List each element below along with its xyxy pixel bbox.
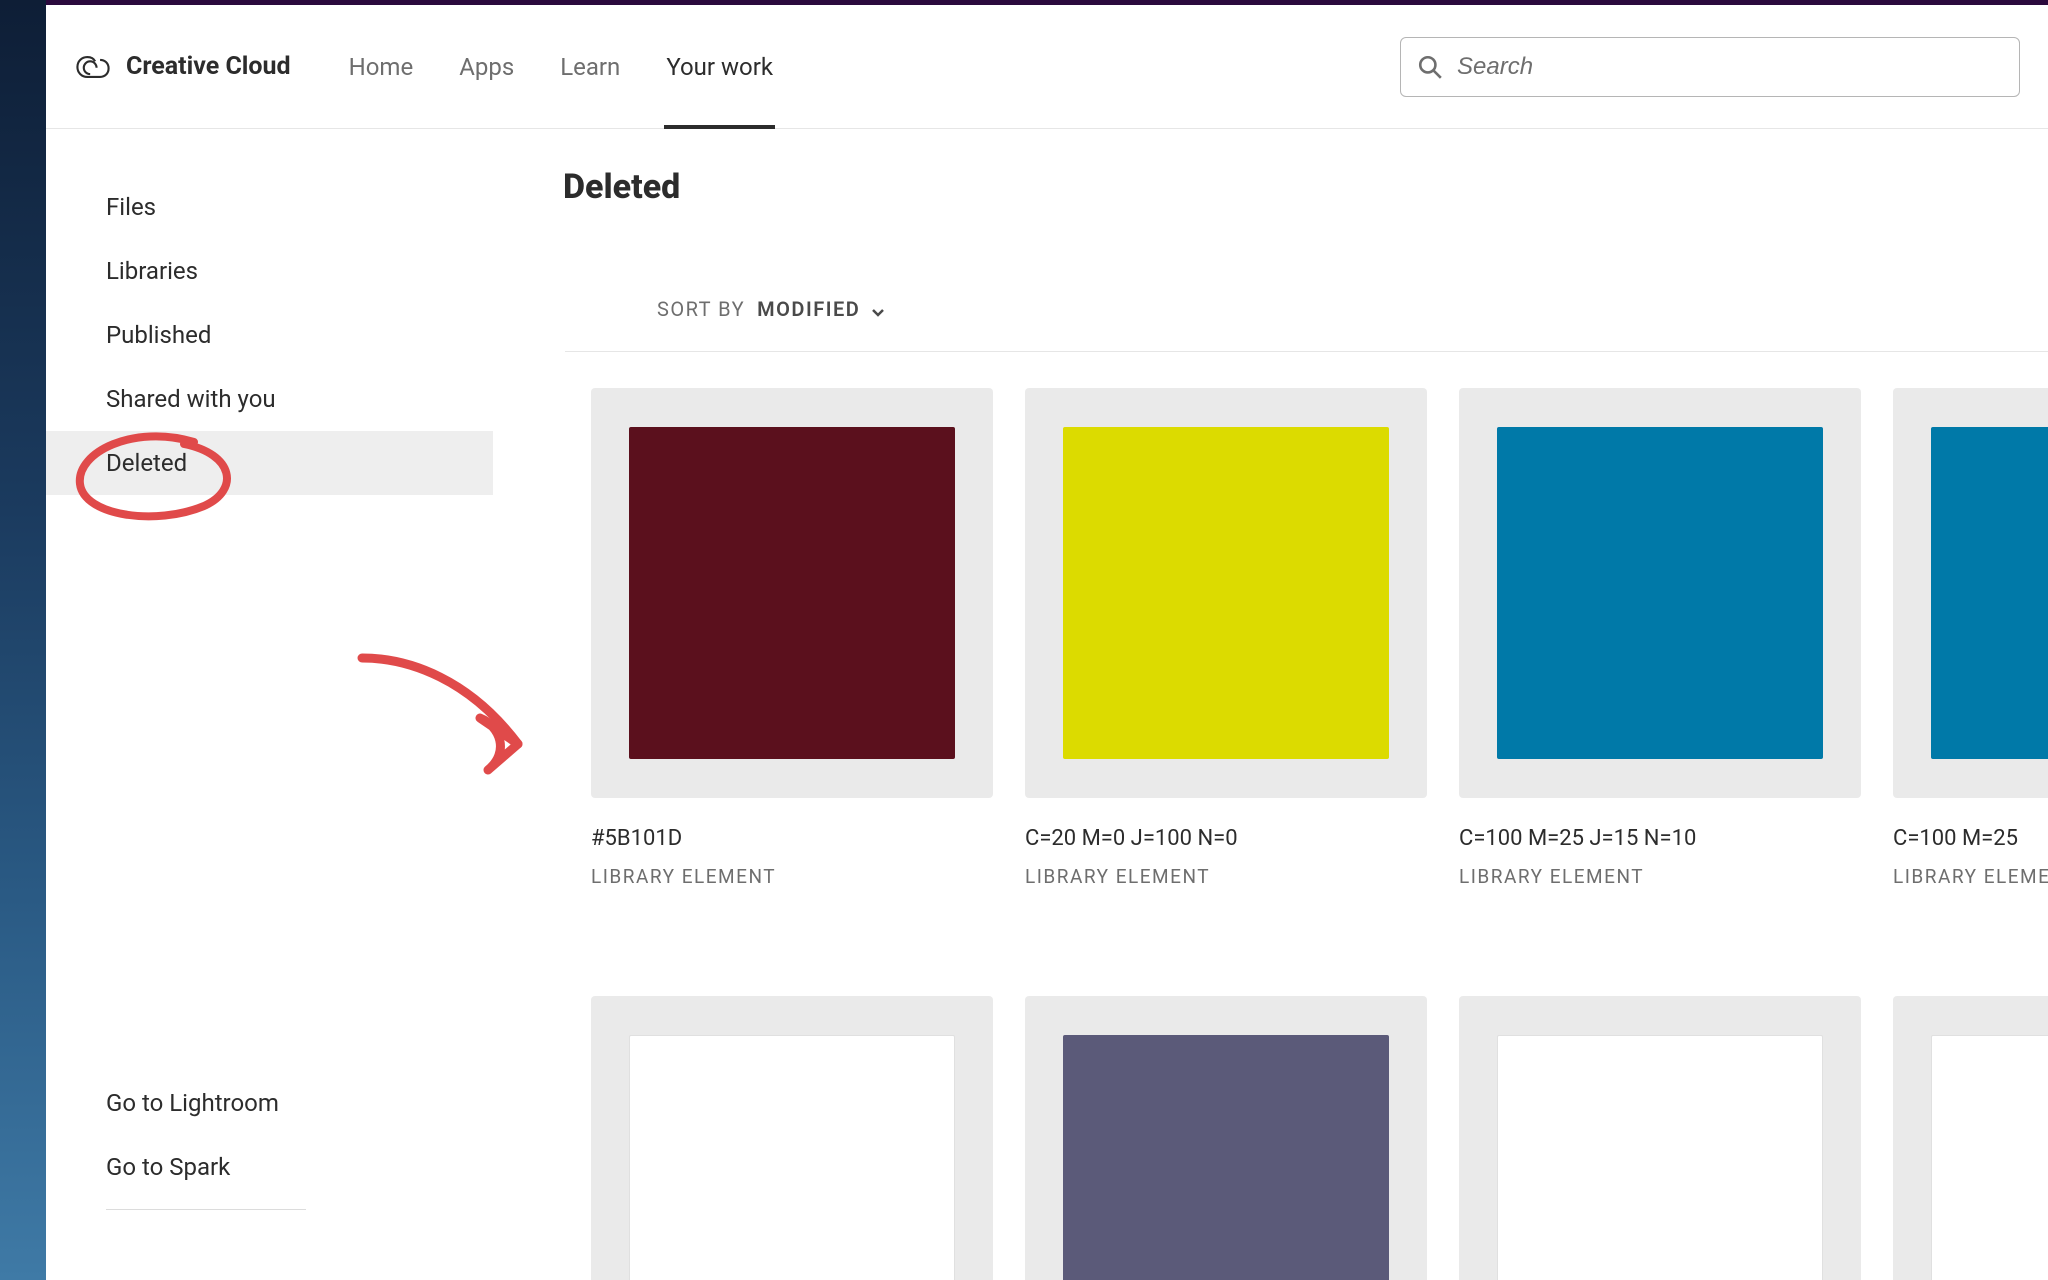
card-subtype: LIBRARY ELEMENT [591, 865, 993, 888]
sort-row: SORT BY MODIFIED [563, 207, 2048, 345]
library-element-card[interactable] [1459, 996, 1861, 1280]
nav-your-work[interactable]: Your work [664, 5, 775, 129]
search-icon [1417, 54, 1443, 80]
color-swatch [1497, 1035, 1823, 1280]
nav-learn[interactable]: Learn [558, 5, 622, 129]
color-swatch [629, 1035, 955, 1280]
library-element-card[interactable] [1025, 996, 1427, 1280]
library-element-card[interactable]: C=100 M=25 J=15 N=10 LIBRARY ELEMENT [1459, 388, 1861, 888]
sidebar-item-files[interactable]: Files [46, 175, 493, 239]
card-thumb [1025, 388, 1427, 798]
app-body: Files Libraries Published Shared with yo… [46, 129, 2048, 1280]
card-thumb [1893, 996, 2048, 1280]
library-element-card[interactable] [591, 996, 993, 1280]
color-swatch [1497, 427, 1823, 759]
main-content: Deleted SORT BY MODIFIED #5B101D L [493, 129, 2048, 1280]
card-title: C=100 M=25 [1893, 826, 2048, 851]
library-element-card[interactable] [1893, 996, 2048, 1280]
nav-apps[interactable]: Apps [457, 5, 516, 129]
card-title: #5B101D [591, 826, 993, 851]
color-swatch [1931, 1035, 2048, 1280]
sidebar-item-deleted[interactable]: Deleted [46, 431, 493, 495]
grid-row-2 [563, 888, 2048, 1280]
sidebar: Files Libraries Published Shared with yo… [46, 129, 493, 1280]
creative-cloud-logo-icon [76, 55, 110, 79]
app-window: Creative Cloud Home Apps Learn Your work [46, 0, 2048, 1280]
search-box[interactable] [1400, 37, 2020, 97]
library-element-card[interactable]: #5B101D LIBRARY ELEMENT [591, 388, 993, 888]
library-element-card[interactable]: C=100 M=25 LIBRARY ELEMENT [1893, 388, 2048, 888]
page-title: Deleted [563, 167, 2048, 207]
color-swatch [1931, 427, 2048, 759]
card-subtype: LIBRARY ELEMENT [1025, 865, 1427, 888]
card-subtype: LIBRARY ELEMENT [1459, 865, 1861, 888]
primary-nav: Home Apps Learn Your work [347, 5, 775, 129]
card-thumb [1025, 996, 1427, 1280]
sidebar-footer: Go to Lightroom Go to Spark [46, 1071, 493, 1280]
card-thumb [1459, 388, 1861, 798]
sort-value-text: MODIFIED [757, 297, 860, 321]
card-thumb [1459, 996, 1861, 1280]
card-thumb [591, 996, 993, 1280]
link-go-to-spark[interactable]: Go to Spark [106, 1135, 493, 1199]
card-thumb [1893, 388, 2048, 798]
card-title: C=20 M=0 J=100 N=0 [1025, 826, 1427, 851]
sidebar-item-shared[interactable]: Shared with you [46, 367, 493, 431]
color-swatch [1063, 1035, 1389, 1280]
chevron-down-icon [870, 301, 886, 317]
search-input[interactable] [1457, 53, 2003, 81]
grid-row-1: #5B101D LIBRARY ELEMENT C=20 M=0 J=100 N… [563, 352, 2048, 888]
color-swatch [1063, 427, 1389, 759]
search-container [1400, 37, 2020, 97]
nav-home[interactable]: Home [347, 5, 416, 129]
sidebar-item-published[interactable]: Published [46, 303, 493, 367]
link-go-to-lightroom[interactable]: Go to Lightroom [106, 1071, 493, 1135]
sidebar-divider [106, 1209, 306, 1210]
sort-dropdown[interactable]: MODIFIED [757, 297, 886, 321]
brand-name: Creative Cloud [126, 52, 291, 81]
sort-by-label: SORT BY [657, 297, 745, 321]
card-title: C=100 M=25 J=15 N=10 [1459, 826, 1861, 851]
library-element-card[interactable]: C=20 M=0 J=100 N=0 LIBRARY ELEMENT [1025, 388, 1427, 888]
app-header: Creative Cloud Home Apps Learn Your work [46, 5, 2048, 129]
color-swatch [629, 427, 955, 759]
brand: Creative Cloud [76, 52, 291, 81]
card-subtype: LIBRARY ELEMENT [1893, 865, 2048, 888]
card-thumb [591, 388, 993, 798]
sidebar-item-libraries[interactable]: Libraries [46, 239, 493, 303]
sidebar-list: Files Libraries Published Shared with yo… [46, 175, 493, 495]
